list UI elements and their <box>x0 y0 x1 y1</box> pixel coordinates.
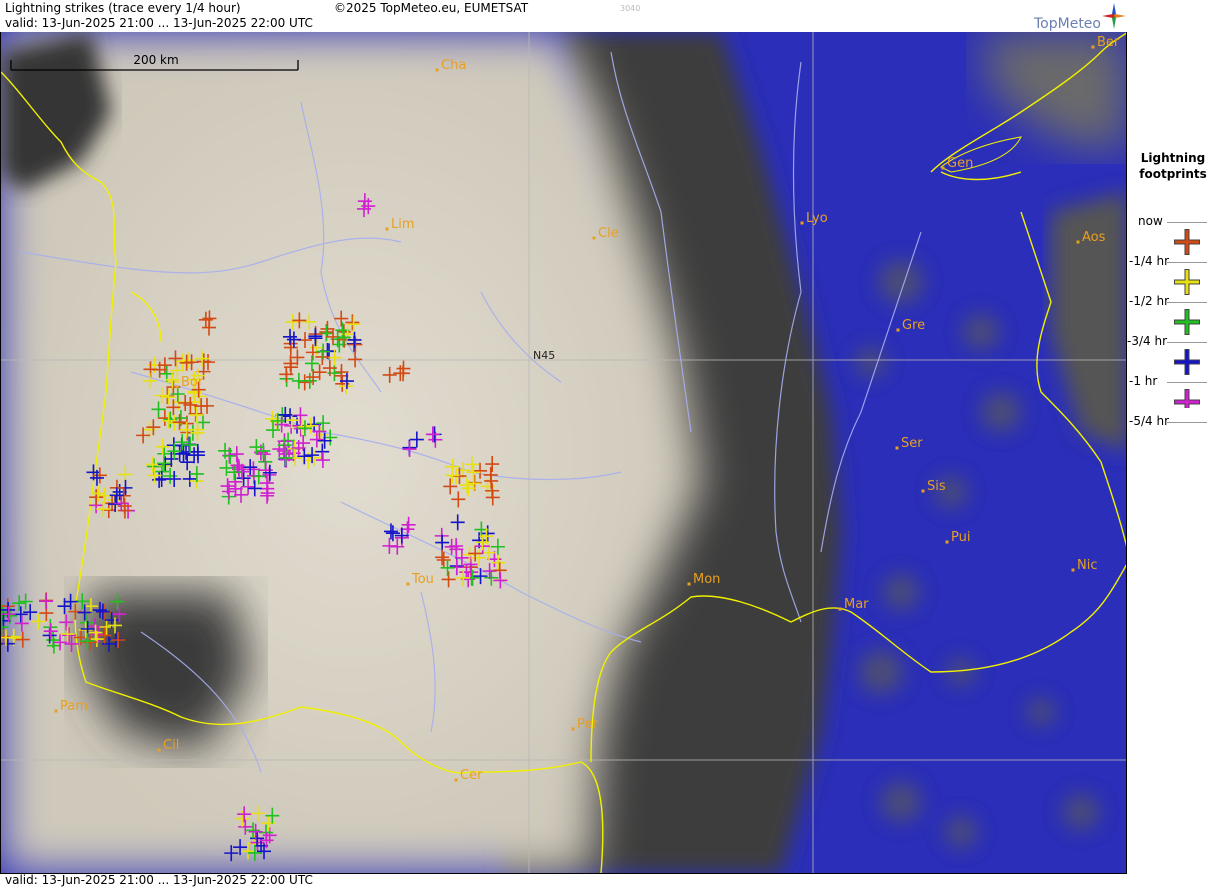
legend-cross-icon <box>1175 310 1199 334</box>
scale-label: 200 km <box>133 53 178 67</box>
map-canvas: 200 km N45 Cha Lim Cle Lyo Gen Ber Aos Gre Bor Se… <box>1 32 1126 873</box>
city-label: Lyo <box>806 211 828 226</box>
city-marker <box>895 446 899 450</box>
city-marker <box>1071 568 1075 572</box>
legend-label-half: -1/2 hr <box>1129 294 1169 308</box>
city-label: Ser <box>901 436 923 451</box>
city-label: Nic <box>1077 558 1097 573</box>
city-marker <box>687 582 691 586</box>
city-label: Cle <box>598 226 619 241</box>
valid-range: valid: 13-Jun-2025 21:00 ... 13-Jun-2025… <box>5 16 313 30</box>
legend-cross-icons <box>1174 229 1200 408</box>
city-marker <box>896 328 900 332</box>
city-label: Sis <box>927 479 946 494</box>
city-label: Lim <box>391 217 415 232</box>
legend-label-quarter: -1/4 hr <box>1129 254 1169 268</box>
legend-panel: Lightning footprints now -1/4 hr -1/2 hr… <box>1127 0 1219 887</box>
city-marker <box>592 236 596 240</box>
city-label: Cer <box>460 768 483 783</box>
city-marker <box>945 540 949 544</box>
city-marker <box>175 385 179 389</box>
city-marker <box>157 748 161 752</box>
city-label: Aos <box>1082 230 1106 245</box>
footer: valid: 13-Jun-2025 21:00 ... 13-Jun-2025… <box>0 873 1127 887</box>
city-label: Cha <box>441 58 466 73</box>
city-label: Tou <box>411 572 434 587</box>
city-marker <box>406 582 410 586</box>
cloud-mass-main <box>1 32 701 873</box>
city-marker <box>435 68 439 72</box>
legend-cross-icon <box>1175 390 1199 408</box>
city-marker <box>838 607 842 611</box>
city-label: Pam <box>60 699 88 714</box>
city-marker <box>54 709 58 713</box>
satellite-map[interactable]: 200 km N45 Cha Lim Cle Lyo Gen Ber Aos Gre Bor Se… <box>0 32 1127 873</box>
city-label: Per <box>577 717 598 732</box>
topmeteo-logo-text[interactable]: TopMeteo <box>1034 16 1101 32</box>
map-title: Lightning strikes (trace every 1/4 hour) <box>5 1 241 15</box>
city-label: Cil <box>163 738 179 753</box>
legend-cross-icon <box>1175 230 1199 254</box>
latitude-label: N45 <box>533 349 555 362</box>
city-label: Mar <box>844 597 869 612</box>
city-marker <box>385 227 389 231</box>
city-marker <box>571 727 575 731</box>
city-label: Ber <box>1097 35 1120 50</box>
map-code: 3040 <box>620 4 641 13</box>
city-marker <box>941 166 945 170</box>
city-label: Mon <box>693 572 720 587</box>
city-label: Bor <box>181 375 204 390</box>
compass-logo-icon <box>1102 3 1126 29</box>
legend-cross-icon <box>1175 350 1199 374</box>
city-marker <box>921 489 925 493</box>
city-label: Gen <box>947 156 973 171</box>
legend-label-now: now <box>1138 214 1163 228</box>
city-label: Gre <box>902 318 925 333</box>
legend-title: Lightning footprints <box>1139 151 1207 181</box>
legend-cross-icon <box>1175 270 1199 294</box>
legend-label-three-quarter: -3/4 hr <box>1127 334 1167 348</box>
footer-valid-range: valid: 13-Jun-2025 21:00 ... 13-Jun-2025… <box>5 873 313 887</box>
city-marker <box>454 778 458 782</box>
city-marker <box>1076 240 1080 244</box>
city-label: Pui <box>951 530 970 545</box>
copyright: ©2025 TopMeteo.eu, EUMETSAT <box>334 1 529 15</box>
legend-label-five-quarter: -5/4 hr <box>1129 414 1169 428</box>
city-marker <box>800 221 804 225</box>
header: Lightning strikes (trace every 1/4 hour)… <box>0 0 1127 32</box>
legend-label-one-hour: -1 hr <box>1129 374 1158 388</box>
city-marker <box>1091 45 1095 49</box>
